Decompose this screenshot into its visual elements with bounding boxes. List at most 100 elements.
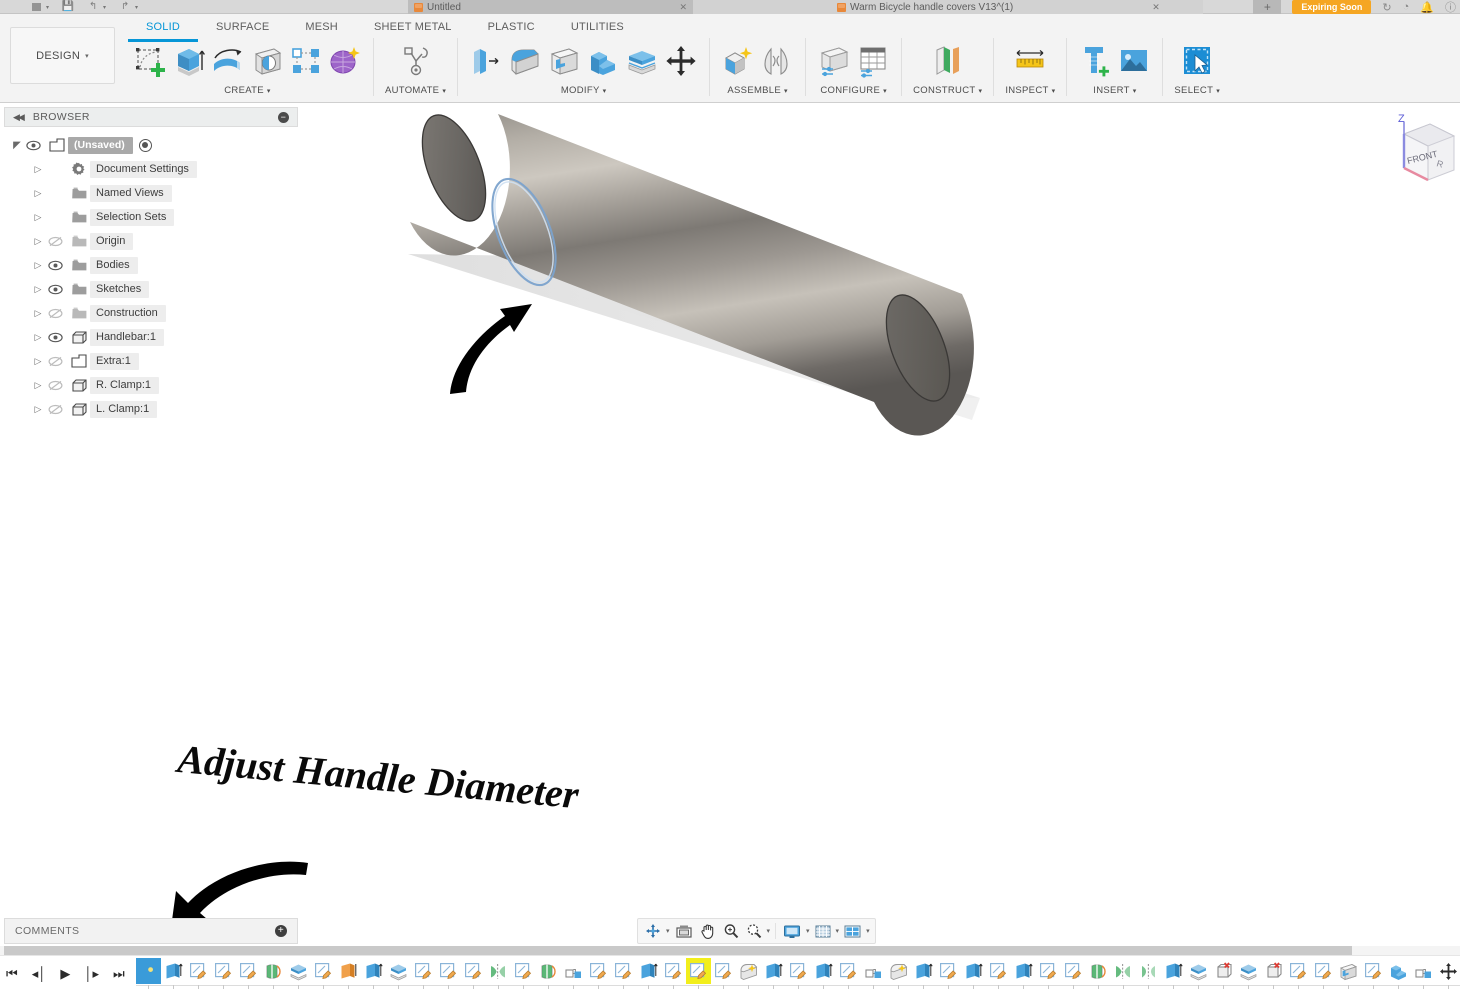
extrude-icon[interactable]	[172, 44, 206, 78]
shell-icon[interactable]	[547, 44, 581, 78]
timeline-feature-1[interactable]	[161, 958, 186, 984]
timeline-feature-25[interactable]	[761, 958, 786, 984]
timeline-feature-15[interactable]	[511, 958, 536, 984]
create-sketch-icon[interactable]	[133, 44, 167, 78]
grid-snaps-icon[interactable]	[813, 924, 833, 939]
activate-radio-icon[interactable]	[138, 138, 152, 152]
timeline-feature-41[interactable]	[1161, 958, 1186, 984]
look-at-icon[interactable]	[673, 924, 695, 939]
zoom-window-icon[interactable]	[744, 923, 764, 939]
help-shield-icon[interactable]: ◔	[1403, 1, 1410, 13]
refresh-icon[interactable]: ↻	[1382, 1, 1391, 14]
form-icon[interactable]	[328, 44, 362, 78]
configure-table-icon[interactable]	[856, 44, 890, 78]
timeline-feature-52[interactable]	[1436, 958, 1460, 984]
timeline-feature-26[interactable]	[786, 958, 811, 984]
expand-triangle-icon[interactable]: ▷	[28, 236, 48, 247]
browser-root-item[interactable]: ◤ (Unsaved)	[4, 133, 298, 157]
timeline-feature-39[interactable]	[1111, 958, 1136, 984]
expand-triangle-icon[interactable]: ▷	[28, 212, 48, 223]
orbit-caret-icon[interactable]: ▾	[666, 927, 670, 935]
fillet-icon[interactable]	[508, 44, 542, 78]
move-copy-icon[interactable]	[664, 44, 698, 78]
browser-item-named-views[interactable]: ▷ Named Views	[4, 181, 298, 205]
visibility-eye-off-icon[interactable]	[48, 308, 68, 319]
add-comment-icon[interactable]: +	[275, 925, 287, 937]
browser-item-selection-sets[interactable]: ▷ Selection Sets	[4, 205, 298, 229]
zoom-window-caret-icon[interactable]: ▾	[767, 927, 771, 935]
display-settings-icon[interactable]	[781, 924, 803, 939]
expand-triangle-icon[interactable]: ▷	[28, 356, 48, 367]
browser-item-bodies[interactable]: ▷ Bodies	[4, 253, 298, 277]
collapse-left-icon[interactable]: ◀◀	[13, 112, 25, 123]
undo-icon[interactable]: ↰	[87, 2, 99, 13]
expand-triangle-icon[interactable]: ▷	[28, 260, 48, 271]
timeline-feature-49[interactable]	[1361, 958, 1386, 984]
timeline-feature-27[interactable]	[811, 958, 836, 984]
save-caret-icon[interactable]: ▾	[46, 4, 49, 11]
expand-triangle-icon[interactable]: ▷	[28, 164, 48, 175]
press-pull-icon[interactable]	[469, 44, 503, 78]
ribbon-group-label-construct[interactable]: CONSTRUCT ▾	[913, 85, 982, 96]
timeline-feature-21[interactable]	[661, 958, 686, 984]
visibility-eye-icon[interactable]	[48, 284, 68, 295]
timeline-feature-5[interactable]	[261, 958, 286, 984]
timeline-feature-36[interactable]	[1036, 958, 1061, 984]
insert-mcmaster-icon[interactable]	[1078, 44, 1112, 78]
save-icon[interactable]	[30, 2, 42, 13]
orbit-icon[interactable]	[643, 923, 663, 939]
timeline-feature-9[interactable]	[361, 958, 386, 984]
grid-snaps-caret-icon[interactable]: ▾	[836, 927, 840, 935]
timeline-feature-45[interactable]	[1261, 958, 1286, 984]
ribbon-group-label-create[interactable]: CREATE ▾	[224, 85, 270, 96]
timeline-feature-8[interactable]	[336, 958, 361, 984]
timeline-step-back-button[interactable]: ◂│	[32, 967, 47, 980]
view-cube[interactable]: FRONT R Z	[1398, 113, 1456, 182]
timeline-feature-18[interactable]	[586, 958, 611, 984]
ribbon-group-label-assemble[interactable]: ASSEMBLE ▾	[727, 85, 787, 96]
expiring-soon-badge[interactable]: Expiring Soon	[1292, 0, 1372, 14]
timeline-feature-4[interactable]	[236, 958, 261, 984]
configure-body-icon[interactable]	[817, 44, 851, 78]
combine-icon[interactable]	[586, 44, 620, 78]
expand-triangle-icon[interactable]: ▷	[28, 404, 48, 415]
timeline-feature-11[interactable]	[411, 958, 436, 984]
ribbon-group-label-inspect[interactable]: INSPECT ▾	[1005, 85, 1055, 96]
ribbon-group-label-insert[interactable]: INSERT ▾	[1093, 85, 1136, 96]
timeline-feature-28[interactable]	[836, 958, 861, 984]
comments-panel[interactable]: COMMENTS +	[4, 918, 298, 944]
visibility-eye-icon[interactable]	[48, 332, 68, 343]
timeline-feature-19[interactable]	[611, 958, 636, 984]
zoom-icon[interactable]	[721, 923, 741, 939]
timeline-jump-end-button[interactable]: ⏭	[113, 967, 125, 980]
timeline-feature-42[interactable]	[1186, 958, 1211, 984]
app-grid-icon[interactable]	[5, 2, 17, 13]
workspace-switcher-design[interactable]: DESIGN ▾	[10, 27, 115, 84]
browser-item-handlebar[interactable]: ▷ Handlebar:1	[4, 325, 298, 349]
info-icon[interactable]: ⓘ	[1445, 0, 1456, 15]
timeline-feature-16[interactable]	[536, 958, 561, 984]
automate-frame-icon[interactable]	[399, 44, 433, 78]
measure-icon[interactable]	[1013, 44, 1047, 78]
joint-icon[interactable]	[760, 44, 794, 78]
viewports-icon[interactable]	[842, 924, 863, 939]
timeline-feature-17[interactable]	[561, 958, 586, 984]
timeline-feature-44[interactable]	[1236, 958, 1261, 984]
visibility-eye-icon[interactable]	[48, 260, 68, 271]
timeline-feature-10[interactable]	[386, 958, 411, 984]
save-disk-icon[interactable]: 💾	[62, 2, 74, 13]
timeline-feature-3[interactable]	[211, 958, 236, 984]
visibility-eye-icon[interactable]	[26, 140, 46, 151]
timeline-feature-track[interactable]	[136, 958, 1460, 989]
timeline-feature-40[interactable]	[1136, 958, 1161, 984]
select-window-icon[interactable]	[1180, 44, 1214, 78]
browser-item-extra[interactable]: ▷ Extra:1	[4, 349, 298, 373]
browser-item-sketches[interactable]: ▷ Sketches	[4, 277, 298, 301]
ribbon-group-label-configure[interactable]: CONFIGURE ▾	[820, 85, 887, 96]
timeline-feature-50[interactable]	[1386, 958, 1411, 984]
timeline-feature-30[interactable]	[886, 958, 911, 984]
timeline-feature-46[interactable]	[1286, 958, 1311, 984]
timeline-feature-20[interactable]	[636, 958, 661, 984]
timeline-feature-12[interactable]	[436, 958, 461, 984]
timeline-step-forward-button[interactable]: │▸	[84, 967, 99, 980]
